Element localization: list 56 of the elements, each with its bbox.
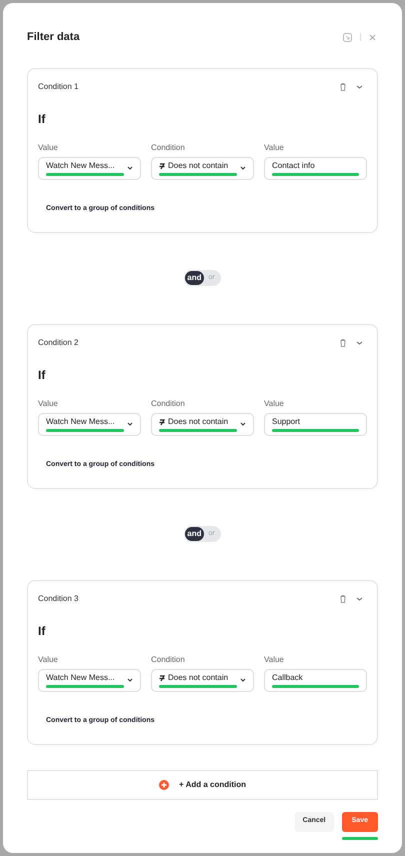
highlight-underline (342, 836, 378, 840)
close-icon[interactable] (369, 34, 376, 41)
select-field[interactable]: Does not contain (151, 412, 254, 436)
if-heading: If (38, 110, 46, 128)
select-field[interactable]: Watch New Mess... (38, 412, 141, 436)
if-heading: If (38, 622, 46, 640)
chevron-down-icon[interactable] (356, 596, 363, 600)
field-label: Value (38, 654, 59, 666)
input-field[interactable]: Support (264, 412, 367, 436)
select-field[interactable]: Watch New Mess... (38, 156, 141, 180)
field-value: Does not contain (168, 672, 228, 684)
field-value: Contact info (272, 160, 315, 172)
condition-title: Condition 2 (38, 336, 78, 348)
select-field[interactable]: Does not contain (151, 156, 254, 180)
field-label: Condition (151, 654, 186, 666)
field-value: Does not contain (168, 160, 228, 172)
input-field[interactable]: Contact info (264, 156, 367, 180)
toggle-option[interactable]: and (185, 527, 204, 541)
select-field[interactable]: Watch New Mess... (38, 668, 141, 692)
chevron-down-icon (127, 422, 133, 426)
chevron-down-icon (240, 678, 246, 682)
operator-icon (159, 162, 165, 170)
field-label: Condition (151, 398, 186, 410)
field-label: Value (264, 654, 285, 666)
chevron-down-icon (240, 166, 246, 170)
field-value: Watch New Mess... (46, 416, 115, 428)
chevron-down-icon[interactable] (356, 84, 363, 88)
field-label: Value (38, 398, 59, 410)
field-value: Watch New Mess... (46, 160, 115, 172)
chevron-down-icon (127, 166, 133, 170)
field-label: Condition (151, 142, 186, 154)
field-label: Value (38, 142, 59, 154)
select-field[interactable]: Does not contain (151, 668, 254, 692)
toggle-option[interactable]: and (185, 271, 204, 285)
plus-circle-icon (158, 780, 169, 790)
field-label: Value (264, 398, 285, 410)
chevron-down-icon (240, 422, 246, 426)
add-condition-button[interactable]: + Add a condition (27, 770, 378, 800)
dialog-title: Filter data (27, 30, 80, 45)
field-value: Callback (272, 672, 303, 684)
field-label: Value (264, 142, 285, 154)
field-value: Does not contain (168, 416, 228, 428)
operator-icon (159, 418, 165, 426)
chevron-down-icon[interactable] (356, 340, 363, 344)
trash-icon[interactable] (340, 82, 346, 90)
condition-title: Condition 1 (38, 80, 78, 92)
field-value: Watch New Mess... (46, 672, 115, 684)
if-heading: If (38, 366, 46, 384)
chevron-down-icon (127, 678, 133, 682)
input-field[interactable]: Callback (264, 668, 367, 692)
expand-icon[interactable] (343, 32, 352, 42)
field-value: Support (272, 416, 300, 428)
trash-icon[interactable] (340, 594, 346, 602)
trash-icon[interactable] (340, 338, 346, 346)
operator-icon (159, 674, 165, 682)
condition-title: Condition 3 (38, 592, 78, 604)
